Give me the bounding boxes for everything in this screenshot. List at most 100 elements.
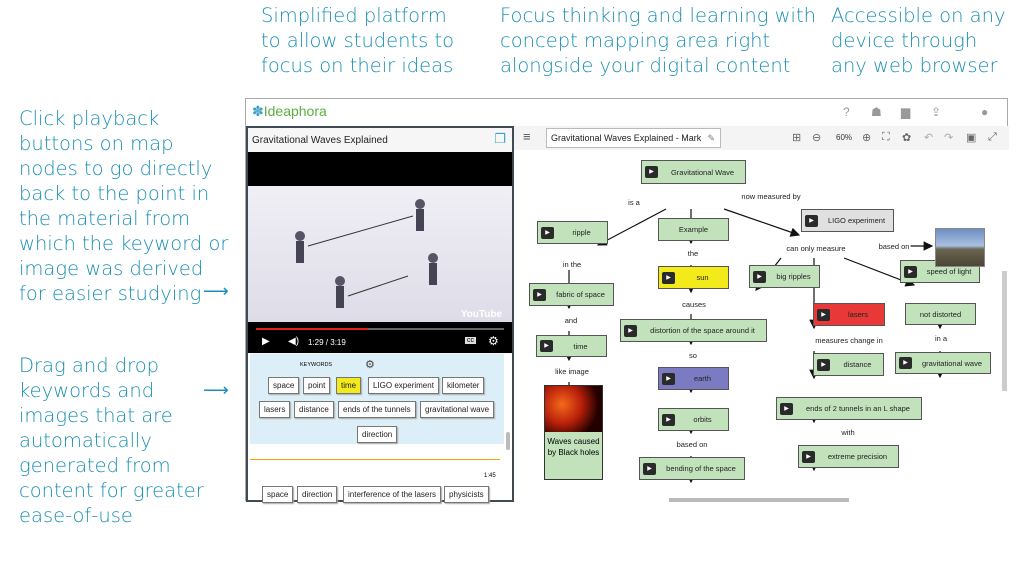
map-node-ends[interactable]: ▶ ends of 2 tunnels in an L shape	[776, 397, 922, 420]
map-node-time[interactable]: ▶ time	[536, 335, 607, 357]
notes-icon[interactable]: ▣	[966, 131, 976, 144]
youtube-watermark: YouTube	[460, 309, 502, 320]
upload-icon[interactable]: ⇪	[931, 105, 941, 119]
gear-icon[interactable]: ⚙	[365, 358, 375, 371]
map-node-gw2[interactable]: ▶ gravitational wave	[895, 352, 991, 374]
document-icon[interactable]: ❐	[494, 131, 506, 147]
map-node-distance[interactable]: ▶ distance	[813, 353, 884, 376]
expand-icon[interactable]: ⤢	[988, 131, 997, 144]
video-progress-bar[interactable]	[256, 328, 504, 330]
add-node-icon[interactable]: ⊞	[792, 131, 801, 144]
volume-icon[interactable]: ◀)	[288, 336, 299, 347]
map-node-notdist[interactable]: not distorted	[905, 303, 976, 325]
play-icon[interactable]: ▶	[262, 336, 270, 347]
arrow-icon: ⟶	[203, 281, 229, 301]
folder-icon[interactable]: ▆	[901, 105, 910, 119]
keyword-chip[interactable]: kilometer	[442, 377, 485, 394]
edge-label: causes	[681, 300, 707, 309]
keyword-chip[interactable]: ends of the tunnels	[338, 401, 416, 418]
keyword-chip[interactable]: direction	[297, 486, 338, 503]
keyword-chip[interactable]: distance	[294, 401, 334, 418]
map-node-sun[interactable]: ▶ sun	[658, 266, 729, 289]
playback-button[interactable]: ▶	[899, 357, 912, 369]
fit-screen-icon[interactable]: ⛶	[882, 131, 890, 144]
user-icon[interactable]: ●	[981, 105, 988, 119]
playback-button[interactable]: ▶	[541, 226, 554, 239]
settings-icon[interactable]: ⚙	[488, 334, 499, 348]
map-node-waves-image[interactable]: Waves caused by Black holes	[544, 385, 603, 480]
playback-button[interactable]: ▶	[662, 271, 675, 284]
keyword-chip[interactable]: space	[262, 486, 294, 503]
map-node-lasers[interactable]: ▶ lasers	[813, 303, 885, 326]
playback-button[interactable]: ▶	[624, 324, 637, 337]
map-node-distortion[interactable]: ▶ distortion of the space around it	[620, 319, 767, 342]
map-node-bending[interactable]: ▶ bending of the space	[639, 457, 745, 480]
menu-icon[interactable]: ≡	[523, 129, 531, 144]
ligo-photo-node[interactable]	[935, 228, 985, 267]
playback-button[interactable]: ▶	[540, 340, 553, 352]
edge-label: so	[688, 351, 698, 360]
video-player[interactable]: YouTube ▶ ◀) 1:29 / 3:19 cc ⚙	[248, 152, 512, 353]
keyword-chip[interactable]: direction	[357, 426, 398, 443]
material-panel: Gravitational Waves Explained ❐ YouTube …	[246, 126, 514, 503]
map-node-example[interactable]: Example	[658, 218, 729, 241]
edge-label: is a	[627, 198, 641, 207]
map-vertical-scrollbar[interactable]	[1002, 271, 1007, 391]
keywords-scrollbar[interactable]	[506, 432, 510, 450]
playback-button[interactable]: ▶	[643, 462, 656, 475]
map-node-gw[interactable]: ▶ Gravitational Wave	[641, 160, 746, 184]
caption-drag-drop: Drag and drop keywords and images that are…	[19, 354, 204, 527]
map-title-input[interactable]: Gravitational Waves Explained - Mark ✎	[546, 128, 721, 148]
map-node-earth[interactable]: ▶ earth	[658, 367, 729, 390]
help-icon[interactable]: ?	[843, 105, 850, 119]
map-node-big[interactable]: ▶ big ripples	[749, 265, 820, 288]
playback-button[interactable]: ▶	[817, 358, 830, 371]
keyword-chip[interactable]: interference of the lasers	[343, 486, 442, 503]
playback-button[interactable]: ▶	[753, 270, 766, 283]
map-horizontal-scrollbar[interactable]	[669, 498, 849, 502]
edge-label: measures change in	[814, 336, 884, 345]
playback-button[interactable]: ▶	[780, 402, 793, 415]
node-label: fabric of space	[556, 290, 605, 299]
keyword-chip[interactable]: space	[268, 377, 300, 394]
edge-label: and	[563, 316, 579, 325]
zoom-out-icon[interactable]: ⊖	[812, 131, 821, 144]
keyword-chip[interactable]: gravitational wave	[420, 401, 495, 418]
map-node-precision[interactable]: ▶ extreme precision	[798, 445, 899, 468]
layout-icon[interactable]: ✿	[902, 131, 911, 144]
playback-button[interactable]: ▶	[802, 450, 815, 463]
map-node-orbits[interactable]: ▶ orbits	[658, 408, 729, 431]
node-label: sun	[696, 273, 709, 282]
concept-map-canvas[interactable]: ▶ Gravitational Wave ▶ ripple Example ▶ sun ▶ fa…	[514, 150, 1009, 502]
node-label: bending of the space	[666, 464, 736, 473]
undo-icon[interactable]: ↶	[924, 131, 933, 144]
playback-button[interactable]: ▶	[904, 265, 917, 278]
keyword-chip[interactable]: physicists	[444, 486, 489, 503]
zoom-in-icon[interactable]: ⊕	[862, 131, 871, 144]
playback-button[interactable]: ▶	[817, 308, 830, 321]
playback-button[interactable]: ▶	[662, 413, 675, 426]
map-node-ripple[interactable]: ▶ ripple	[537, 221, 608, 244]
keyword-chip[interactable]: point	[303, 377, 331, 394]
node-label: ripple	[572, 228, 591, 237]
map-node-ligo[interactable]: ▶ LIGO experiment	[801, 209, 894, 232]
playback-button[interactable]: ▶	[805, 214, 818, 227]
playback-button[interactable]: ▶	[662, 372, 675, 385]
playback-button[interactable]: ▶	[645, 166, 658, 178]
hierarchy-icon[interactable]: ☗	[871, 105, 882, 119]
node-label: earth	[693, 374, 712, 383]
node-label: orbits	[693, 415, 712, 424]
captions-icon[interactable]: cc	[465, 337, 476, 344]
black-hole-image	[545, 386, 602, 432]
node-label: distance	[843, 360, 872, 369]
keyword-chip[interactable]: LIGO experiment	[368, 377, 439, 394]
material-title: Gravitational Waves Explained	[248, 128, 512, 152]
redo-icon[interactable]: ↷	[944, 131, 953, 144]
map-node-fabric[interactable]: ▶ fabric of space	[529, 283, 614, 306]
edge-label: the	[686, 249, 700, 258]
timeline-divider	[250, 459, 500, 460]
node-label: Gravitational Wave	[670, 167, 735, 177]
keyword-chip[interactable]: lasers	[259, 401, 291, 418]
playback-button[interactable]: ▶	[533, 288, 546, 301]
keyword-chip[interactable]: time	[336, 377, 362, 394]
